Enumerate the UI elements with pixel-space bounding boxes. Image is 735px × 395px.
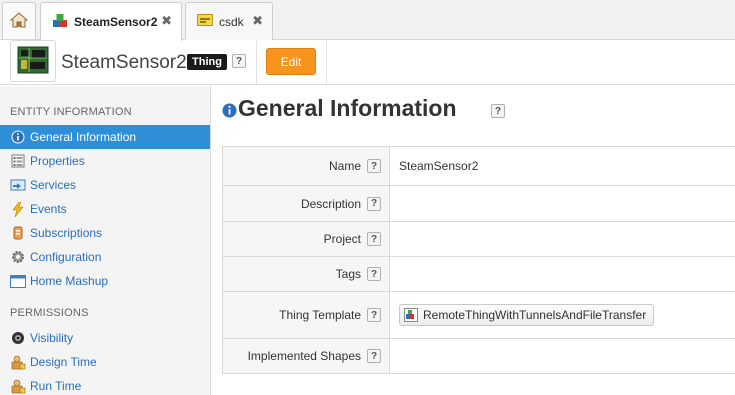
row-value-cell: SteamSensor2: [390, 147, 735, 185]
yellow-sdk-icon: [197, 13, 213, 30]
window-icon: [10, 273, 26, 289]
section-title-permissions: PERMISSIONS: [10, 307, 89, 319]
row-value-cell: [390, 339, 735, 373]
help-icon[interactable]: ?: [367, 267, 381, 281]
row-label: Implemented Shapes: [247, 349, 361, 363]
thing-template-value: RemoteThingWithTunnelsAndFileTransfer: [423, 308, 647, 322]
table-row: Description ?: [223, 186, 735, 222]
row-label-cell: Implemented Shapes ?: [223, 339, 390, 373]
info-icon: [222, 103, 237, 121]
sidebar-item-run-time[interactable]: Run Time: [0, 374, 210, 395]
row-label: Thing Template: [279, 308, 361, 322]
row-label-cell: Name ?: [223, 147, 390, 185]
sidebar-item-label: Events: [30, 202, 67, 216]
table-row: Thing Template ? RemoteThingWithTunnelsA…: [223, 292, 735, 339]
row-label-cell: Description ?: [223, 186, 390, 221]
info-icon: [10, 129, 26, 145]
general-info-table: Name ? SteamSensor2 Description ? Projec…: [222, 146, 735, 374]
sidebar-item-properties[interactable]: Properties: [0, 149, 210, 173]
thing-icon: [52, 13, 68, 32]
table-row: Name ? SteamSensor2: [223, 147, 735, 186]
tab-home[interactable]: [2, 2, 36, 39]
lock-user-icon: [10, 354, 26, 370]
sidebar-item-general-information[interactable]: General Information: [0, 125, 210, 149]
sidebar: ENTITY INFORMATION General Information P…: [0, 86, 211, 395]
close-tab-icon[interactable]: ✖: [252, 13, 263, 29]
section-title-entity-information: ENTITY INFORMATION: [10, 106, 132, 118]
sidebar-item-label: Visibility: [30, 331, 74, 345]
sidebar-item-visibility[interactable]: Visibility: [0, 326, 210, 350]
home-icon: [9, 11, 29, 31]
tab-bar: SteamSensor2 ✖ csdk ✖: [0, 0, 735, 41]
row-label-cell: Tags ?: [223, 257, 390, 291]
row-label: Tags: [335, 267, 361, 281]
row-label-cell: Thing Template ?: [223, 292, 390, 338]
lock-user-icon: [10, 378, 26, 394]
sidebar-item-label: Run Time: [30, 379, 82, 393]
circuit-board-icon: [17, 45, 49, 78]
sidebar-item-label: Properties: [30, 154, 85, 168]
tab-csdk[interactable]: csdk ✖: [185, 2, 273, 40]
divider: [326, 41, 327, 85]
table-row: Implemented Shapes ?: [223, 339, 735, 374]
tab-label: SteamSensor2: [74, 15, 158, 29]
table-row: Project ?: [223, 222, 735, 257]
help-icon[interactable]: ?: [367, 232, 381, 246]
row-value-cell: [390, 257, 735, 291]
entity-icon: [10, 40, 56, 82]
sidebar-item-configuration[interactable]: Configuration: [0, 245, 210, 269]
sidebar-item-label: Home Mashup: [30, 274, 109, 288]
edit-button[interactable]: Edit: [266, 48, 316, 75]
table-row: Tags ?: [223, 257, 735, 292]
sidebar-item-subscriptions[interactable]: Subscriptions: [0, 221, 210, 245]
close-tab-icon[interactable]: ✖: [161, 13, 172, 29]
sidebar-item-label: Design Time: [30, 355, 97, 369]
sidebar-item-label: Configuration: [30, 250, 102, 264]
sidebar-item-events[interactable]: Events: [0, 197, 210, 221]
sidebar-item-services[interactable]: Services: [0, 173, 210, 197]
sidebar-item-label: Services: [30, 178, 77, 192]
help-icon[interactable]: ?: [232, 54, 246, 68]
row-label: Name: [328, 159, 361, 173]
sidebar-item-home-mashup[interactable]: Home Mashup: [0, 269, 210, 293]
tab-label: csdk: [219, 14, 244, 29]
page-title: General Information: [238, 95, 457, 121]
services-icon: [10, 177, 26, 193]
sidebar-item-label: General Information: [30, 130, 137, 144]
help-icon[interactable]: ?: [367, 308, 381, 322]
thing-template-icon: [404, 308, 418, 322]
tab-steamsensor2[interactable]: SteamSensor2 ✖: [40, 2, 182, 41]
sidebar-item-design-time[interactable]: Design Time: [0, 350, 210, 374]
lightning-icon: [10, 201, 26, 217]
row-label: Project: [323, 232, 361, 246]
help-icon[interactable]: ?: [367, 159, 381, 173]
row-label: Description: [300, 196, 361, 211]
sidebar-item-label: Subscriptions: [30, 226, 103, 240]
help-icon[interactable]: ?: [367, 196, 381, 211]
gear-icon: [10, 249, 26, 265]
help-icon[interactable]: ?: [367, 349, 381, 363]
thing-template-link[interactable]: RemoteThingWithTunnelsAndFileTransfer: [399, 304, 655, 326]
subscriptions-icon: [10, 225, 26, 241]
row-value-cell: RemoteThingWithTunnelsAndFileTransfer: [390, 292, 735, 338]
entity-title: SteamSensor2: [61, 52, 187, 73]
help-icon[interactable]: ?: [491, 104, 505, 118]
row-value-cell: [390, 186, 735, 221]
entity-type-badge: Thing: [187, 54, 227, 70]
row-label-cell: Project ?: [223, 222, 390, 256]
row-value-cell: [390, 222, 735, 256]
entity-header: SteamSensor2 Thing ? Edit: [0, 40, 735, 85]
properties-icon: [10, 153, 26, 169]
eye-icon: [10, 330, 26, 346]
divider: [256, 41, 257, 85]
name-value: SteamSensor2: [399, 159, 479, 173]
